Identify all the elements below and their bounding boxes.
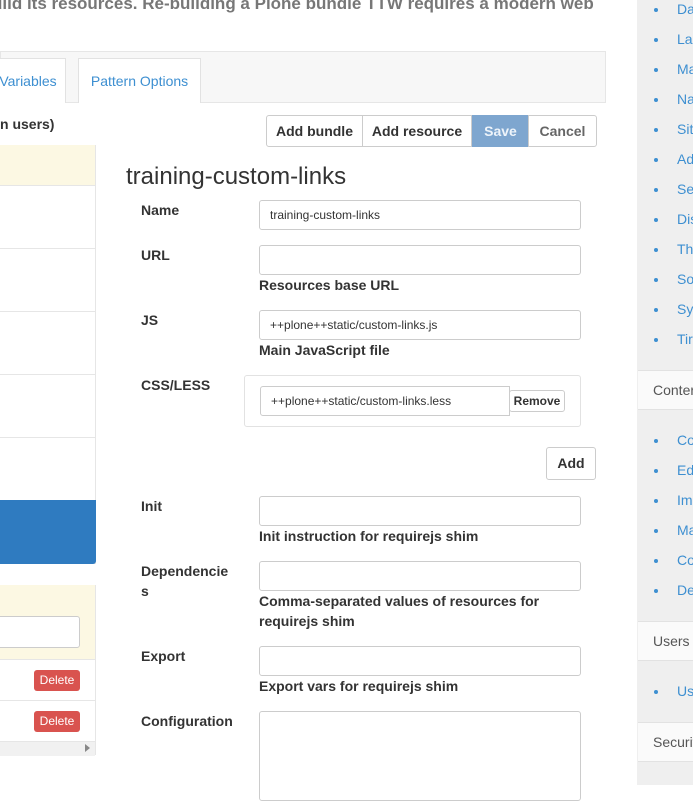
init-label: Init: [141, 498, 162, 514]
sidebar-heading-security: Securit: [638, 722, 693, 762]
sidebar-item[interactable]: Tir: [677, 331, 693, 347]
sidebar-item[interactable]: Ad: [677, 151, 693, 167]
deps-help: Comma-separated values of resources for …: [259, 593, 540, 629]
js-field[interactable]: ++plone++static/custom-links.js: [259, 310, 581, 340]
add-css-button[interactable]: Add: [546, 447, 596, 480]
bullet-icon: [654, 68, 658, 72]
deps-label: Dependencie: [141, 563, 229, 579]
sidebar-item[interactable]: Da: [677, 1, 693, 17]
js-help: Main JavaScript file: [259, 342, 390, 358]
tab-pattern-options[interactable]: Pattern Options: [78, 58, 201, 103]
horizontal-scrollbar[interactable]: [0, 741, 95, 756]
sidebar-heading-users: Users: [638, 621, 693, 661]
list-item[interactable]: [0, 249, 95, 312]
sidebar-item[interactable]: Ma: [677, 61, 693, 77]
name-field[interactable]: training-custom-links: [259, 200, 581, 230]
js-label: JS: [141, 312, 159, 328]
delete-button[interactable]: Delete: [34, 670, 80, 691]
list-item[interactable]: [0, 186, 95, 249]
name-label: Name: [141, 202, 180, 218]
export-field[interactable]: [259, 646, 581, 676]
bullet-icon: [654, 188, 658, 192]
url-help: Resources base URL: [259, 277, 400, 293]
sidebar-item[interactable]: Dis: [677, 211, 693, 227]
list-item-active[interactable]: [0, 500, 96, 564]
sidebar-item[interactable]: Us: [677, 683, 693, 699]
sidebar-item[interactable]: De: [677, 582, 693, 598]
sidebar-item[interactable]: Co: [677, 552, 693, 568]
list-item[interactable]: [0, 438, 95, 501]
bullet-icon: [654, 308, 658, 312]
export-label: Export: [141, 648, 186, 664]
sidebar-item[interactable]: Sy: [677, 301, 693, 317]
bullet-icon: [654, 499, 658, 503]
init-field[interactable]: [259, 496, 581, 526]
url-label: URL: [141, 247, 170, 263]
sidebar-item[interactable]: Th: [677, 241, 693, 257]
bullet-icon: [654, 98, 658, 102]
bullet-icon: [654, 38, 658, 42]
init-help: Init instruction for requirejs shim: [259, 528, 479, 544]
bullet-icon: [654, 690, 658, 694]
add-resource-button[interactable]: Add resource: [362, 115, 472, 147]
cancel-button[interactable]: Cancel: [528, 115, 597, 147]
bullet-icon: [654, 439, 658, 443]
css-field[interactable]: ++plone++static/custom-links.less: [260, 386, 510, 416]
sidebar-item[interactable]: So: [677, 271, 693, 287]
css-label: CSS/LESS: [141, 377, 211, 393]
bullet-icon: [654, 278, 658, 282]
sidebar-item[interactable]: Sit: [677, 121, 693, 137]
intro-text: uild its resources. Re-building a Plone …: [0, 0, 594, 13]
bullet-icon: [654, 529, 658, 533]
sidebar-item[interactable]: Se: [677, 181, 693, 197]
sidebar-item[interactable]: La: [677, 31, 693, 47]
bullet-icon: [654, 559, 658, 563]
bullet-icon: [654, 218, 658, 222]
sidebar-gutter: [607, 0, 637, 785]
bullet-icon: [654, 338, 658, 342]
bullet-icon: [654, 469, 658, 473]
deps-label-wrap: s: [141, 583, 149, 599]
bullet-icon: [654, 128, 658, 132]
sidebar-item[interactable]: Ed: [677, 462, 693, 478]
bullet-icon: [654, 589, 658, 593]
save-button[interactable]: Save: [472, 115, 529, 147]
configuration-label: Configuration: [141, 713, 233, 729]
tab-variables[interactable]: Variables: [0, 58, 66, 103]
bullet-icon: [654, 158, 658, 162]
export-help: Export vars for requirejs shim: [259, 678, 459, 694]
scroll-right-icon[interactable]: [85, 744, 90, 752]
left-panel-heading: n users): [0, 116, 55, 132]
resource-filter-input[interactable]: [0, 616, 80, 648]
sidebar-item[interactable]: Ma: [677, 522, 693, 538]
deps-field[interactable]: [259, 561, 581, 591]
add-bundle-button[interactable]: Add bundle: [266, 115, 363, 147]
bullet-icon: [654, 248, 658, 252]
list-item[interactable]: [0, 312, 95, 375]
sidebar-item[interactable]: Im: [677, 492, 693, 508]
configuration-textarea[interactable]: [259, 711, 581, 801]
remove-css-button[interactable]: Remove: [509, 390, 565, 412]
sidebar-item[interactable]: Na: [677, 91, 693, 107]
url-field[interactable]: [259, 245, 581, 275]
list-item[interactable]: [0, 375, 95, 438]
sidebar-heading-content: Conter: [638, 370, 693, 410]
sidebar-item[interactable]: Co: [677, 432, 693, 448]
bundle-list-header: [0, 145, 95, 186]
bullet-icon: [654, 8, 658, 12]
resource-title: training-custom-links: [126, 163, 347, 190]
delete-button[interactable]: Delete: [34, 711, 80, 732]
